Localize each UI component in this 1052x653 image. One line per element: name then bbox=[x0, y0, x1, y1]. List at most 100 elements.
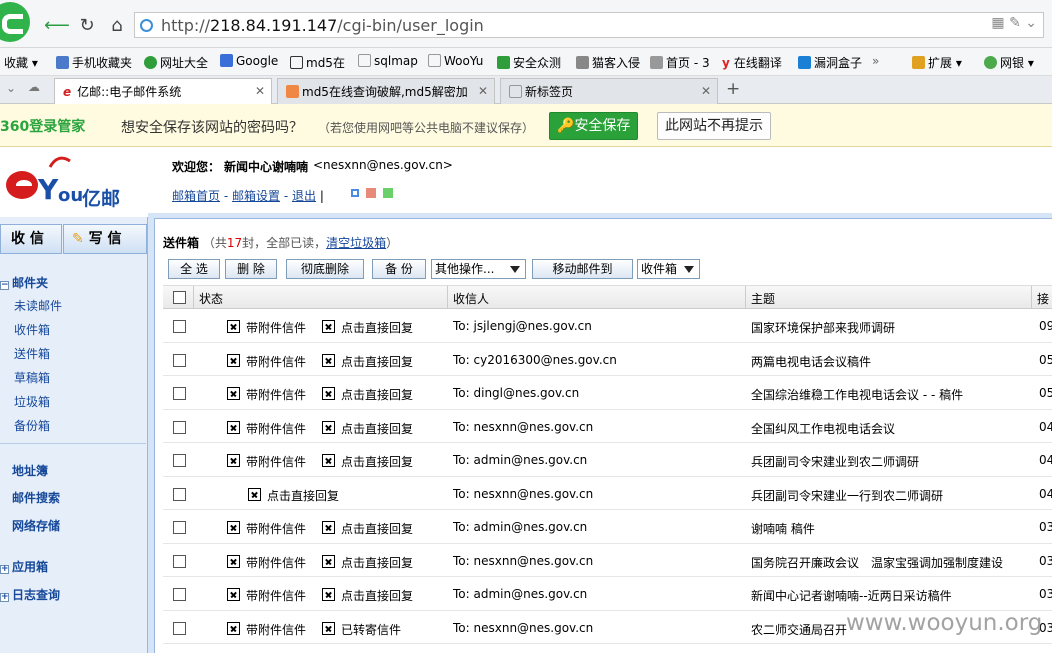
table-row[interactable]: 带附件信件 点击直接回复 To: jsjlengj@nes.gov.cn 国家环境保护… bbox=[163, 309, 1052, 343]
reply-icon[interactable] bbox=[322, 353, 335, 367]
row-checkbox[interactable] bbox=[173, 621, 186, 635]
reply-icon[interactable] bbox=[322, 320, 335, 333]
subject[interactable]: 国务院召开廉政会议 温家宝强调加强制度建设 bbox=[751, 554, 1003, 571]
inbox-button[interactable]: 收 信 bbox=[0, 224, 62, 254]
recipient[interactable]: To: nesxnn@nes.gov.cn bbox=[453, 487, 593, 501]
delete-button[interactable]: 删 除 bbox=[225, 259, 277, 279]
recipient[interactable]: To: admin@nes.gov.cn bbox=[453, 520, 587, 534]
col-date[interactable]: 接 bbox=[1037, 290, 1049, 307]
select-all-button[interactable]: 全 选 bbox=[168, 259, 220, 279]
table-row[interactable]: 带附件信件 点击直接回复 To: nesxnn@nes.gov.cn 国务院召开廉政会… bbox=[163, 544, 1052, 577]
fav-item[interactable]: sqlmap bbox=[358, 54, 418, 68]
folder-backup[interactable]: 备份箱 bbox=[14, 417, 50, 434]
cloud-icon[interactable]: ☁ bbox=[28, 80, 40, 94]
status-reply[interactable]: 已转寄信件 bbox=[341, 621, 401, 638]
col-subject[interactable]: 主题 bbox=[751, 290, 775, 307]
subject[interactable]: 全国纠风工作电视电话会议 bbox=[751, 420, 895, 437]
clear-trash-link[interactable]: 清空垃圾箱 bbox=[326, 236, 386, 250]
target-folder-select[interactable]: 收件箱 bbox=[637, 259, 700, 279]
reply-icon[interactable] bbox=[322, 554, 335, 568]
refresh-icon[interactable]: ↻ bbox=[76, 16, 98, 36]
other-ops-select[interactable]: 其他操作... bbox=[431, 259, 526, 279]
row-checkbox[interactable] bbox=[173, 454, 186, 467]
row-checkbox[interactable] bbox=[173, 387, 186, 400]
move-to-button[interactable]: 移动邮件到 bbox=[532, 259, 633, 279]
extensions-button[interactable]: 扩展 ▾ bbox=[912, 54, 962, 71]
subject[interactable]: 两篇电视电话会议稿件 bbox=[751, 353, 871, 370]
reply-icon[interactable] bbox=[322, 621, 335, 635]
row-checkbox[interactable] bbox=[173, 487, 186, 501]
browser-logo-icon[interactable] bbox=[0, 2, 30, 42]
select-all-checkbox[interactable] bbox=[173, 291, 186, 304]
status-reply[interactable]: 点击直接回复 bbox=[341, 353, 413, 370]
fav-item[interactable]: WooYu bbox=[428, 54, 483, 68]
recipient[interactable]: To: jsjlengj@nes.gov.cn bbox=[453, 319, 592, 333]
fav-item[interactable]: 猫客入侵 bbox=[576, 54, 640, 71]
nav-apps[interactable]: + 应用箱 bbox=[0, 558, 48, 575]
subject[interactable]: 国家环境保护部来我师调研 bbox=[751, 319, 895, 336]
tab-md5[interactable]: md5在线查询破解,md5解密加 ✕ bbox=[277, 78, 495, 104]
reply-icon[interactable] bbox=[322, 387, 335, 400]
mailbox-folder-toggle[interactable]: − 邮件夹 bbox=[0, 274, 48, 291]
row-checkbox[interactable] bbox=[173, 588, 186, 601]
recipient[interactable]: To: dingl@nes.gov.cn bbox=[453, 386, 579, 400]
row-checkbox[interactable] bbox=[173, 320, 186, 333]
save-password-button[interactable]: 🔑安全保存 bbox=[549, 112, 639, 140]
tab-menu-icon[interactable]: ⌄ bbox=[6, 81, 16, 95]
theme-red-icon[interactable] bbox=[366, 188, 376, 198]
recipient[interactable]: To: nesxnn@nes.gov.cn bbox=[453, 420, 593, 434]
status-reply[interactable]: 点击直接回复 bbox=[341, 453, 413, 470]
theme-green-icon[interactable] bbox=[383, 188, 393, 198]
reply-icon[interactable] bbox=[322, 521, 335, 534]
fav-item[interactable]: 网址大全 bbox=[144, 54, 208, 71]
table-row[interactable]: 带附件信件 点击直接回复 To: admin@nes.gov.cn 新闻中心记者谢喃喃… bbox=[163, 577, 1052, 611]
new-tab-button[interactable]: + bbox=[726, 79, 740, 99]
nav-log[interactable]: + 日志查询 bbox=[0, 586, 60, 603]
fav-item[interactable]: 手机收藏夹 bbox=[56, 54, 132, 71]
subject[interactable]: 农二师交通局召开 bbox=[751, 621, 847, 638]
fav-item[interactable]: 漏洞盒子 bbox=[798, 54, 862, 71]
fav-item[interactable]: y 在线翻译 bbox=[722, 54, 782, 71]
status-reply[interactable]: 点击直接回复 bbox=[341, 587, 413, 604]
reply-icon[interactable] bbox=[322, 454, 335, 467]
status-reply[interactable]: 点击直接回复 bbox=[341, 554, 413, 571]
theme-blue-icon[interactable] bbox=[351, 189, 359, 197]
row-checkbox[interactable] bbox=[173, 420, 186, 434]
nav-search[interactable]: 邮件搜索 bbox=[12, 489, 60, 506]
fav-item[interactable]: Google bbox=[220, 54, 278, 68]
home-icon[interactable]: ⌂ bbox=[106, 16, 128, 36]
status-reply[interactable]: 点击直接回复 bbox=[341, 319, 413, 336]
more-icon[interactable]: » bbox=[872, 54, 879, 68]
row-checkbox[interactable] bbox=[173, 521, 186, 534]
table-row[interactable]: 带附件信件 点击直接回复 To: cy2016300@nes.gov.cn 两篇电视电… bbox=[163, 343, 1052, 376]
status-reply[interactable]: 点击直接回复 bbox=[341, 386, 413, 403]
col-recipient[interactable]: 收信人 bbox=[453, 290, 489, 307]
fav-item[interactable]: 网银 ▾ bbox=[984, 54, 1034, 71]
status-reply[interactable]: 点击直接回复 bbox=[267, 487, 339, 504]
tab-new[interactable]: 新标签页 ✕ bbox=[500, 78, 718, 104]
fav-item[interactable]: 收藏 ▾ bbox=[4, 54, 38, 71]
settings-link[interactable]: 邮箱设置 bbox=[232, 189, 280, 203]
tab-mail[interactable]: e 亿邮::电子邮件系统 ✕ bbox=[54, 78, 272, 105]
col-status[interactable]: 状态 bbox=[199, 290, 223, 307]
recipient[interactable]: To: nesxnn@nes.gov.cn bbox=[453, 621, 593, 635]
subject[interactable]: 谢喃喃 稿件 bbox=[751, 520, 815, 537]
fav-item[interactable]: 首页 - 3 bbox=[650, 54, 710, 71]
table-row[interactable]: 点击直接回复 To: nesxnn@nes.gov.cn 兵团副司令宋建业一行到农二… bbox=[163, 477, 1052, 510]
home-link[interactable]: 邮箱首页 bbox=[172, 189, 220, 203]
reply-icon[interactable] bbox=[322, 588, 335, 601]
logout-link[interactable]: 退出 bbox=[292, 189, 316, 203]
fav-item[interactable]: 安全众测 bbox=[497, 54, 561, 71]
row-checkbox[interactable] bbox=[173, 353, 186, 367]
folder-unread[interactable]: 未读邮件 bbox=[14, 297, 62, 314]
back-icon[interactable]: ⟵ bbox=[44, 16, 70, 36]
table-row[interactable]: 带附件信件 点击直接回复 To: admin@nes.gov.cn 谢喃喃 稿件 03 bbox=[163, 510, 1052, 544]
status-reply[interactable]: 点击直接回复 bbox=[341, 520, 413, 537]
table-row[interactable]: 带附件信件 点击直接回复 To: dingl@nes.gov.cn 全国综治维稳工作电… bbox=[163, 376, 1052, 410]
status-reply[interactable]: 点击直接回复 bbox=[341, 420, 413, 437]
backup-button[interactable]: 备 份 bbox=[372, 259, 426, 279]
reply-icon[interactable] bbox=[322, 420, 335, 434]
address-input[interactable]: http://218.84.191.147/cgi-bin/user_login… bbox=[134, 12, 1044, 38]
qr-icon[interactable]: ▦ ✎ ⌄ bbox=[991, 15, 1037, 31]
recipient[interactable]: To: admin@nes.gov.cn bbox=[453, 453, 587, 467]
